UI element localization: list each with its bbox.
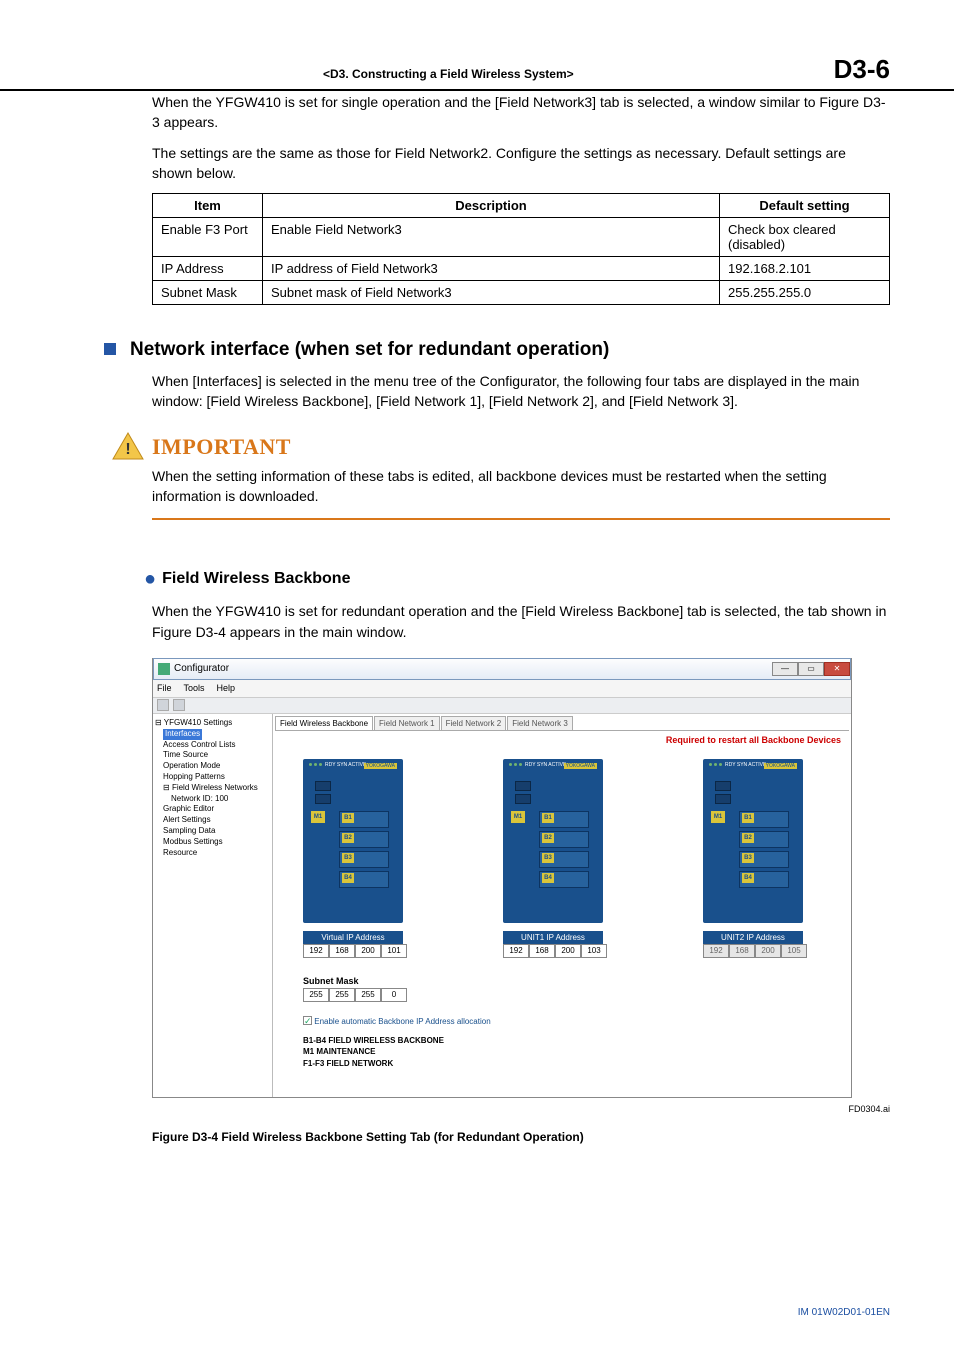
legend-line: F1-F3 FIELD NETWORK <box>303 1058 851 1069</box>
ip-label-unit2: UNIT2 IP Address <box>703 931 803 944</box>
tree-item[interactable]: Hopping Patterns <box>155 772 270 783</box>
square-bullet-icon <box>104 343 116 355</box>
section1-body: When [Interfaces] is selected in the men… <box>152 371 890 412</box>
toolbar-button-2[interactable] <box>173 699 185 711</box>
tree-item[interactable]: Time Source <box>155 750 270 761</box>
table-row: Enable F3 Port Enable Field Network3 Che… <box>153 218 890 257</box>
tab-backbone[interactable]: Field Wireless Backbone <box>275 716 373 730</box>
checkbox-label: Enable automatic Backbone IP Address all… <box>314 1017 490 1026</box>
ip-label-unit1: UNIT1 IP Address <box>503 931 603 944</box>
col-default: Default setting <box>720 194 890 218</box>
device-unit2: RDY SYN ACTIVE YOKOGAWA M1 B1 B2 B3 B4 <box>703 759 833 958</box>
menu-help[interactable]: Help <box>217 683 236 693</box>
checkbox-icon[interactable] <box>303 1016 312 1025</box>
ip-input-unit1[interactable]: 192 168 200 103 <box>503 944 623 958</box>
col-item: Item <box>153 194 263 218</box>
device-virtual: RDY SYN ACTIVE YOKOGAWA M1 B1 B2 B3 B4 <box>303 759 433 958</box>
table-header-row: Item Description Default setting <box>153 194 890 218</box>
window-titlebar[interactable]: Configurator — ▭ ✕ <box>153 658 851 680</box>
tree-item[interactable]: Alert Settings <box>155 815 270 826</box>
ip-input-unit2: 192 168 200 105 <box>703 944 823 958</box>
section-heading-redundant: Network interface (when set for redundan… <box>104 339 890 361</box>
m1-label: M1 <box>311 811 325 823</box>
page-number: D3-6 <box>834 54 890 85</box>
tree-item[interactable]: Modbus Settings <box>155 837 270 848</box>
main-panel: Field Wireless Backbone Field Network 1 … <box>273 714 851 1097</box>
round-bullet-icon: ● <box>144 568 156 590</box>
subnet-area: Subnet Mask 255 255 255 0 <box>303 976 851 1002</box>
tree-item[interactable]: Sampling Data <box>155 826 270 837</box>
settings-table: Item Description Default setting Enable … <box>152 193 890 305</box>
svg-text:!: ! <box>125 441 130 458</box>
menu-file[interactable]: File <box>157 683 172 693</box>
tree-item[interactable]: Graphic Editor <box>155 804 270 815</box>
subnet-input[interactable]: 255 255 255 0 <box>303 988 413 1002</box>
tab-fn1[interactable]: Field Network 1 <box>374 716 440 730</box>
tree-item[interactable]: Access Control Lists <box>155 740 270 751</box>
ip-label-virtual: Virtual IP Address <box>303 931 403 944</box>
important-block: ! IMPORTANT When the setting information… <box>96 434 890 521</box>
tab-fn2[interactable]: Field Network 2 <box>441 716 507 730</box>
important-body: When the setting information of these ta… <box>152 466 890 507</box>
app-icon <box>158 663 170 675</box>
intro-para-1: When the YFGW410 is set for single opera… <box>152 92 890 133</box>
warning-triangle-icon: ! <box>112 432 144 460</box>
ip-input-virtual[interactable]: 192 168 200 101 <box>303 944 423 958</box>
important-label: IMPORTANT <box>152 434 291 459</box>
legend-line: M1 MAINTENANCE <box>303 1046 851 1057</box>
tree-item[interactable]: Resource <box>155 848 270 859</box>
figure-ref: FD0304.ai <box>152 1104 890 1114</box>
menu-tools[interactable]: Tools <box>184 683 205 693</box>
configurator-screenshot: Configurator — ▭ ✕ File Tools Help ⊟ YFG… <box>152 658 852 1098</box>
toolbar-button-1[interactable] <box>157 699 169 711</box>
tree-item[interactable]: Network ID: 100 <box>155 794 270 805</box>
restart-warning: Required to restart all Backbone Devices <box>666 735 841 745</box>
tab-bar: Field Wireless Backbone Field Network 1 … <box>275 716 849 731</box>
device-row: RDY SYN ACTIVE YOKOGAWA M1 B1 B2 B3 B4 <box>273 745 851 958</box>
close-button[interactable]: ✕ <box>824 662 850 676</box>
section2-body: When the YFGW410 is set for redundant op… <box>152 601 890 642</box>
device-unit1: RDY SYN ACTIVE YOKOGAWA M1 B1 B2 B3 B4 <box>503 759 633 958</box>
tree-item[interactable]: Operation Mode <box>155 761 270 772</box>
figure-caption: Figure D3-4 Field Wireless Backbone Sett… <box>152 1130 890 1144</box>
intro-para-2: The settings are the same as those for F… <box>152 143 890 184</box>
tree-item-interfaces[interactable]: Interfaces <box>163 729 202 740</box>
table-row: IP Address IP address of Field Network3 … <box>153 257 890 281</box>
tab-fn3[interactable]: Field Network 3 <box>507 716 573 730</box>
window-title: Configurator <box>174 663 229 674</box>
important-divider <box>152 518 890 520</box>
doc-footer: IM 01W02D01-01EN <box>798 1307 890 1318</box>
chapter-title: <D3. Constructing a Field Wireless Syste… <box>323 67 574 81</box>
nav-tree[interactable]: ⊟ YFGW410 Settings Interfaces Access Con… <box>153 714 273 1097</box>
auto-allocation-checkbox-row[interactable]: Enable automatic Backbone IP Address all… <box>303 1016 851 1027</box>
toolbar <box>153 698 851 714</box>
maximize-button[interactable]: ▭ <box>798 662 824 676</box>
subsection-heading-backbone: ●Field Wireless Backbone <box>144 568 890 591</box>
minimize-button[interactable]: — <box>772 662 798 676</box>
brand-label: YOKOGAWA <box>364 763 397 769</box>
subnet-label: Subnet Mask <box>303 976 851 986</box>
table-row: Subnet Mask Subnet mask of Field Network… <box>153 281 890 305</box>
tree-item[interactable]: Field Wireless Networks <box>172 783 258 792</box>
menu-bar: File Tools Help <box>153 680 851 698</box>
col-desc: Description <box>263 194 720 218</box>
page-header: <D3. Constructing a Field Wireless Syste… <box>0 54 954 91</box>
legend-line: B1-B4 FIELD WIRELESS BACKBONE <box>303 1035 851 1046</box>
